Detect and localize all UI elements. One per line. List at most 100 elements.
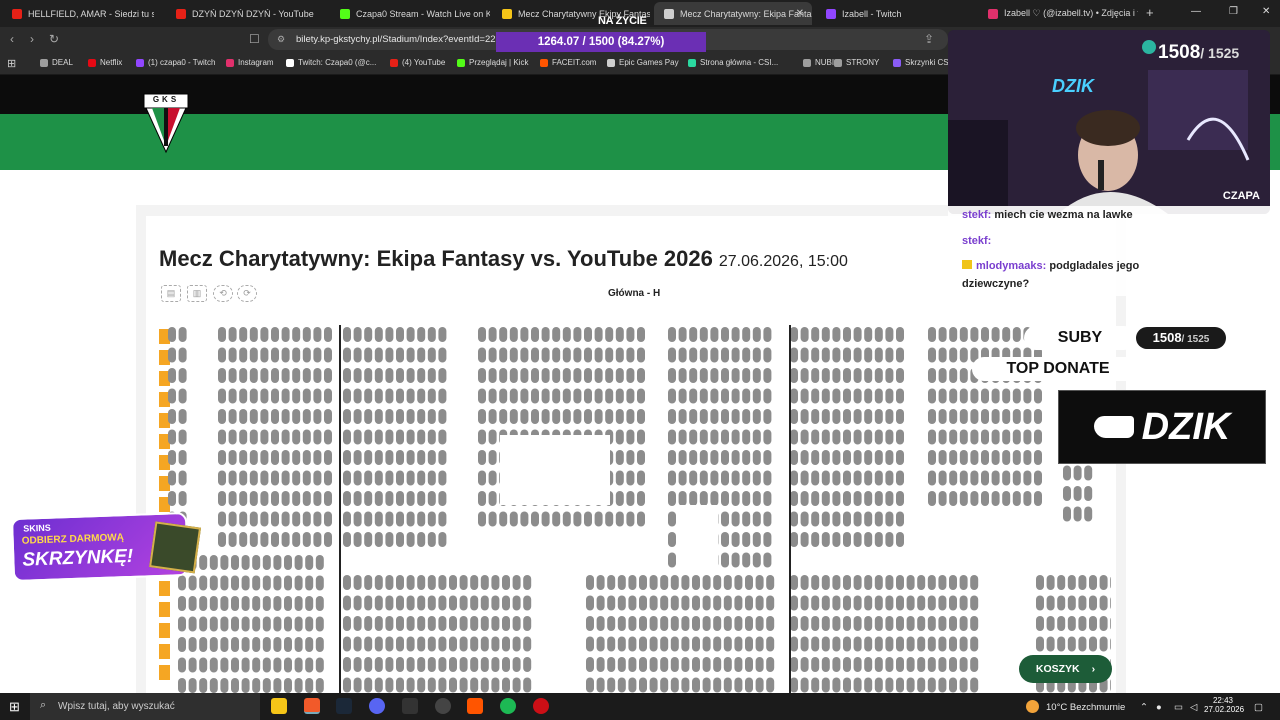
seat[interactable] bbox=[478, 409, 486, 424]
seat[interactable] bbox=[324, 347, 332, 363]
seat[interactable] bbox=[541, 347, 550, 363]
seat[interactable] bbox=[294, 657, 303, 673]
seat[interactable] bbox=[313, 327, 322, 342]
seat[interactable] bbox=[586, 636, 594, 652]
seat[interactable] bbox=[1057, 616, 1066, 631]
seat[interactable] bbox=[374, 532, 383, 547]
seat[interactable] bbox=[364, 429, 373, 445]
seat[interactable] bbox=[262, 616, 271, 632]
seat[interactable] bbox=[374, 450, 383, 465]
seat[interactable] bbox=[607, 575, 616, 590]
seat[interactable] bbox=[220, 678, 229, 693]
seat[interactable] bbox=[573, 347, 582, 363]
seat[interactable] bbox=[396, 327, 404, 342]
seat[interactable] bbox=[385, 491, 394, 506]
seat[interactable] bbox=[199, 678, 208, 693]
seat[interactable] bbox=[670, 677, 679, 693]
seat[interactable] bbox=[949, 657, 957, 672]
seat[interactable] bbox=[821, 677, 830, 693]
seat[interactable] bbox=[594, 409, 603, 424]
seat[interactable] bbox=[228, 450, 237, 465]
seat[interactable] bbox=[681, 595, 690, 611]
seat[interactable] bbox=[1002, 327, 1011, 342]
seat[interactable] bbox=[1063, 465, 1071, 481]
seat[interactable] bbox=[692, 616, 700, 631]
seat[interactable] bbox=[396, 511, 404, 527]
seat[interactable] bbox=[1078, 575, 1087, 590]
seat[interactable] bbox=[843, 511, 851, 527]
seat[interactable] bbox=[734, 616, 743, 631]
seat[interactable] bbox=[417, 470, 426, 486]
seat[interactable] bbox=[396, 429, 404, 445]
browser-tab[interactable]: Mecz Charytatywny: Ekipa Fanta ✕ bbox=[654, 2, 812, 25]
seat[interactable] bbox=[763, 429, 772, 445]
seat[interactable] bbox=[292, 450, 301, 465]
seat[interactable] bbox=[502, 616, 510, 631]
seat[interactable] bbox=[178, 657, 186, 673]
seat[interactable] bbox=[742, 327, 751, 342]
seat[interactable] bbox=[1067, 616, 1076, 631]
seat[interactable] bbox=[209, 555, 218, 570]
seat[interactable] bbox=[252, 637, 261, 652]
seat[interactable] bbox=[1012, 491, 1021, 506]
seat[interactable] bbox=[584, 327, 592, 342]
seat[interactable] bbox=[864, 409, 873, 424]
seat[interactable] bbox=[605, 388, 614, 404]
seat[interactable] bbox=[531, 368, 539, 383]
seat[interactable] bbox=[260, 368, 269, 383]
seat[interactable] bbox=[294, 596, 303, 611]
seat[interactable] bbox=[427, 532, 436, 547]
seat[interactable] bbox=[313, 532, 322, 547]
cart-button[interactable]: KOSZYK › bbox=[1019, 655, 1112, 683]
seat[interactable] bbox=[353, 677, 362, 693]
browser-tab[interactable]: Izabell ♡ (@izabell.tv) • Zdjęcia i film… bbox=[978, 2, 1138, 25]
seat[interactable] bbox=[364, 677, 373, 693]
seat[interactable] bbox=[928, 470, 936, 486]
seat[interactable] bbox=[1046, 636, 1055, 652]
bookmark-item[interactable]: Twitch: Czapa0 (@c... bbox=[286, 58, 376, 67]
seat[interactable] bbox=[668, 470, 676, 486]
seat[interactable] bbox=[607, 677, 616, 693]
seat[interactable] bbox=[218, 327, 226, 342]
seat[interactable] bbox=[637, 409, 645, 424]
seat[interactable] bbox=[178, 596, 186, 611]
seat[interactable] bbox=[938, 388, 947, 404]
seat[interactable] bbox=[689, 429, 698, 445]
seat[interactable] bbox=[385, 616, 394, 631]
seat[interactable] bbox=[178, 637, 186, 652]
seat[interactable] bbox=[313, 368, 322, 383]
seat[interactable] bbox=[1034, 491, 1042, 506]
seat[interactable] bbox=[853, 657, 862, 672]
seat[interactable] bbox=[449, 677, 457, 693]
seat[interactable] bbox=[959, 657, 968, 672]
forward-icon[interactable]: › bbox=[30, 32, 34, 46]
seat[interactable] bbox=[271, 511, 279, 527]
seat[interactable] bbox=[478, 511, 486, 527]
seat[interactable] bbox=[959, 595, 968, 611]
seat[interactable] bbox=[710, 429, 719, 445]
seat[interactable] bbox=[660, 595, 669, 611]
seat[interactable] bbox=[209, 678, 218, 693]
seat[interactable] bbox=[811, 327, 820, 342]
seat[interactable] bbox=[188, 575, 197, 591]
seat[interactable] bbox=[586, 595, 594, 611]
seat[interactable] bbox=[271, 368, 279, 383]
seat[interactable] bbox=[734, 657, 743, 672]
seat[interactable] bbox=[252, 555, 261, 570]
microphone-icon[interactable]: ● bbox=[1156, 702, 1162, 713]
seat[interactable] bbox=[843, 616, 851, 631]
seat[interactable] bbox=[281, 368, 290, 383]
seat[interactable] bbox=[970, 429, 979, 445]
weather-icon[interactable] bbox=[1026, 700, 1039, 713]
seat[interactable] bbox=[364, 511, 373, 527]
seat[interactable] bbox=[353, 657, 362, 672]
seat[interactable] bbox=[531, 511, 539, 527]
seat[interactable] bbox=[938, 409, 947, 424]
seat[interactable] bbox=[742, 368, 751, 383]
seat[interactable] bbox=[692, 636, 700, 652]
seat[interactable] bbox=[615, 388, 624, 404]
seat[interactable] bbox=[427, 470, 436, 486]
seat[interactable] bbox=[637, 491, 645, 506]
zoom-all-icon[interactable]: ▥ bbox=[187, 285, 207, 302]
seat[interactable] bbox=[302, 491, 311, 506]
